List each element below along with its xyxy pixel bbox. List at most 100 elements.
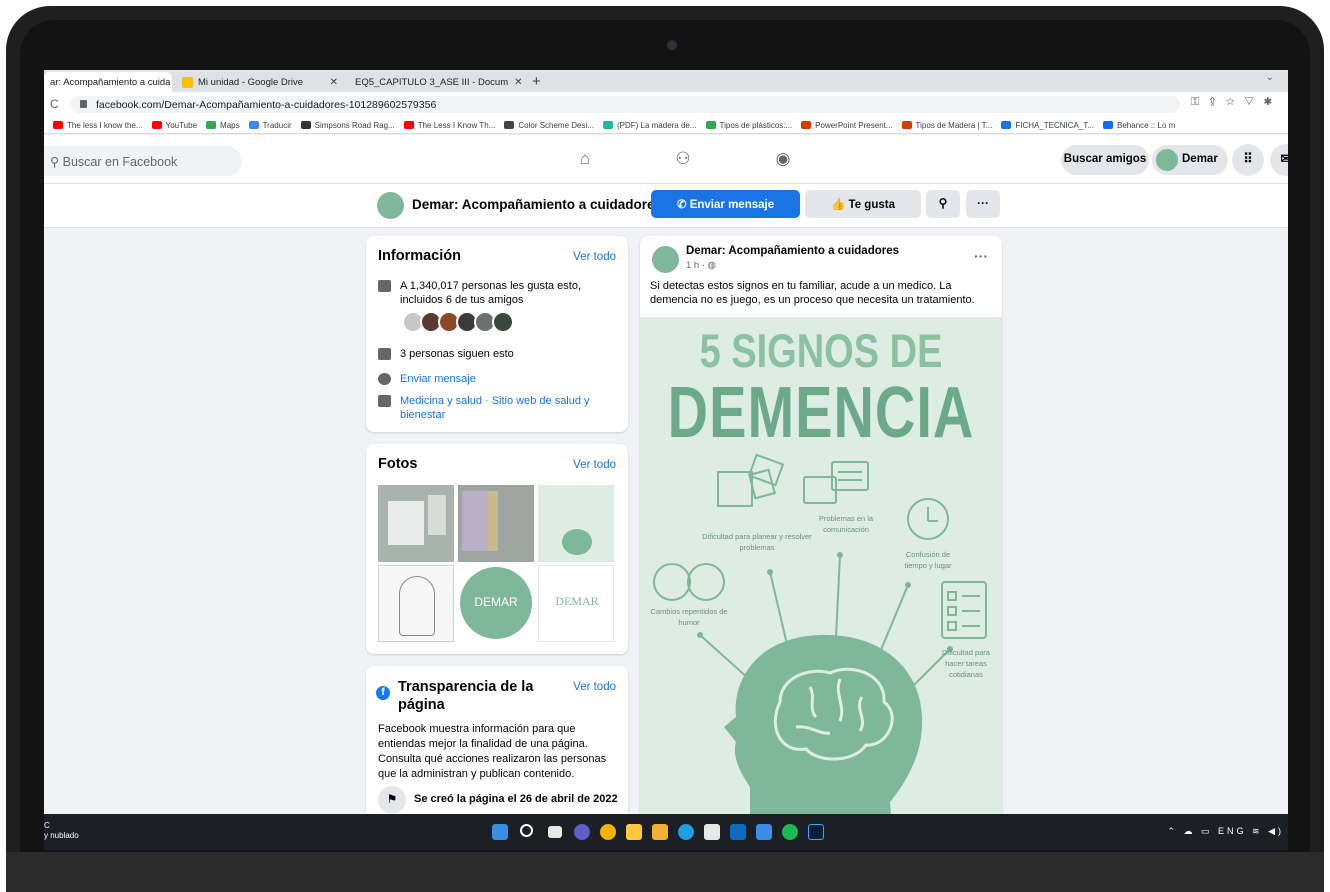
bookmark-item[interactable]: Maps — [206, 121, 240, 130]
bookmark-item[interactable]: Color Scheme Desi... — [504, 121, 594, 130]
photos-see-all-link[interactable]: Ver todo — [573, 459, 616, 471]
spotify-icon[interactable] — [782, 824, 798, 840]
speech-bubbles-icon — [803, 461, 869, 504]
laptop-bottom-bezel — [6, 852, 1324, 892]
bookmark-label: YouTube — [165, 120, 198, 130]
photo-thumbnail[interactable] — [378, 565, 454, 642]
new-tab-button[interactable]: + — [532, 73, 541, 90]
clock-icon — [907, 498, 949, 540]
info-see-all-link[interactable]: Ver todo — [573, 251, 616, 263]
browser-action-icons[interactable]: ⚿⇪☆▽✱ — [1191, 96, 1282, 109]
close-tab-icon[interactable]: ✕ — [508, 77, 522, 88]
edge-icon[interactable] — [678, 824, 694, 840]
post-infographic-image[interactable]: 5 SIGNOS DE DEMENCIA Dificultad para pla… — [640, 317, 1002, 827]
bookmark-item[interactable]: The Less I Know Th... — [403, 120, 496, 130]
sketch-figure — [399, 576, 435, 636]
search-icon[interactable] — [520, 824, 533, 837]
tab-facebook[interactable]: ar: Acompañamiento a cuida ✕ — [44, 72, 172, 92]
close-tab-icon[interactable]: ✕ — [170, 77, 172, 88]
bookmark-item[interactable]: FICHA_TECNICA_T... — [1001, 121, 1094, 130]
profile-button[interactable]: Demar — [1152, 145, 1228, 175]
bookmark-favicon-icon — [1103, 121, 1114, 129]
bookmark-item[interactable]: The less I know the... — [53, 121, 143, 130]
photo-content — [462, 491, 488, 551]
tab-google-drive[interactable]: Mi unidad - Google Drive ✕ — [176, 72, 344, 92]
keyboard-icon[interactable]: ▭ — [1201, 826, 1213, 836]
bookmark-favicon-icon — [300, 121, 311, 129]
tab-search-chevron-icon[interactable]: ⌄ — [1266, 72, 1274, 83]
send-message-button[interactable]: ✆ Enviar mensaje — [651, 190, 800, 218]
photoshop-icon[interactable] — [808, 824, 824, 840]
transparency-title: Transparencia de la página — [398, 679, 534, 713]
system-tray[interactable]: ⌃ ☁ ▭ ENG ≋ ◀) — [1167, 826, 1284, 837]
facebook-search-input[interactable]: ⚲ Buscar en Facebook — [44, 146, 242, 176]
transparency-see-all-link[interactable]: Ver todo — [573, 681, 616, 693]
bookmark-label: Simpsons Road Rag... — [314, 120, 395, 130]
volume-icon[interactable]: ◀) — [1268, 826, 1284, 836]
menu-grid-icon[interactable]: ⠿ — [1232, 144, 1264, 176]
screen: ar: Acompañamiento a cuida ✕ Mi unidad -… — [44, 70, 1288, 850]
bookmark-item[interactable]: Behance :: Lo m — [1103, 121, 1175, 130]
teams-chat-icon[interactable] — [574, 824, 590, 840]
bookmark-favicon-icon — [1001, 121, 1012, 129]
post-timestamp[interactable]: 1 h · ◍ — [686, 260, 716, 271]
like-button[interactable]: 👍 Te gusta — [805, 190, 921, 218]
messenger-icon[interactable]: ✉ — [1270, 144, 1288, 176]
home-icon[interactable]: ⌂ — [574, 149, 596, 169]
cloud-icon[interactable]: ☁ — [1183, 826, 1195, 836]
language-indicator[interactable]: ENG — [1218, 826, 1247, 836]
photo-thumbnail[interactable] — [538, 485, 614, 562]
tab-google-docs[interactable]: EQ5_CAPITULO 3_ASE III - Docum ✕ — [344, 72, 524, 92]
send-message-link[interactable]: Enviar mensaje — [378, 372, 608, 386]
windows-start-icon[interactable] — [492, 824, 508, 840]
bookmark-item[interactable]: Tipos de plásticos:... — [705, 121, 792, 130]
page-search-button[interactable]: ⚲ — [926, 190, 960, 218]
find-friends-button[interactable]: Buscar amigos — [1061, 145, 1149, 175]
bookmark-item[interactable]: PowerPoint Present... — [801, 121, 893, 130]
close-tab-icon[interactable]: ✕ — [324, 77, 338, 88]
file-explorer-icon[interactable] — [652, 824, 668, 840]
bookmark-item[interactable]: Traducir — [248, 121, 292, 130]
groups-icon[interactable]: ◉ — [772, 149, 794, 169]
chevron-up-icon[interactable]: ⌃ — [1167, 826, 1178, 836]
bookmark-item[interactable]: YouTube — [151, 120, 198, 130]
photo-thumbnail[interactable]: DEMAR — [538, 565, 614, 642]
demar-logo: DEMAR — [555, 594, 599, 608]
photos-card-title: Fotos — [378, 456, 418, 472]
post-author-avatar[interactable] — [652, 246, 679, 273]
friends-icon[interactable]: ⚇ — [672, 149, 694, 169]
photo-thumbnail[interactable]: DEMAR — [458, 565, 534, 642]
sign-label: Cambios repentidos de humor — [650, 607, 728, 627]
page-more-button[interactable]: ··· — [966, 190, 1000, 218]
reload-icon[interactable]: C — [50, 97, 59, 111]
photo-thumbnail[interactable] — [378, 485, 454, 562]
store-icon[interactable] — [756, 824, 772, 840]
post-time-text: 1 h · — [686, 260, 708, 271]
bookmark-label: Maps — [220, 120, 240, 130]
infographic-illustration — [653, 453, 987, 827]
page-avatar[interactable] — [377, 192, 404, 219]
demar-logo: DEMAR — [460, 567, 532, 639]
likes-row: A 1,340,017 personas les gusta esto, inc… — [378, 279, 608, 307]
bookmark-item[interactable]: (PDF) La madera de... — [602, 121, 697, 130]
category-link[interactable]: Medicina y salud · Sitio web de salud y … — [378, 394, 608, 422]
chrome-icon[interactable] — [600, 824, 616, 840]
bookmark-item[interactable]: Simpsons Road Rag... — [300, 120, 395, 130]
post-author[interactable]: Demar: Acompañamiento a cuidadores — [686, 245, 899, 257]
page-name[interactable]: Demar: Acompañamiento a cuidadores — [412, 197, 662, 212]
bookmark-favicon-icon — [151, 121, 162, 129]
photo-thumbnail[interactable] — [458, 485, 534, 562]
weather-widget[interactable]: C y nublado — [44, 821, 79, 841]
url-field[interactable]: facebook.com/Demar-Acompañamiento-a-cuid… — [70, 96, 1180, 113]
category-row[interactable]: Medicina y salud · Sitio web de salud y … — [378, 394, 608, 422]
bookmark-item[interactable]: Tipos de Madera | T... — [901, 121, 992, 130]
photo-content — [488, 491, 498, 551]
task-view-icon[interactable] — [548, 826, 562, 838]
post-options-button[interactable]: ··· — [974, 248, 988, 264]
sticky-notes-icon[interactable] — [626, 824, 642, 840]
send-message-row[interactable]: Enviar mensaje — [378, 372, 608, 386]
wifi-icon[interactable]: ≋ — [1252, 826, 1263, 836]
office-icon[interactable] — [704, 824, 720, 840]
bookmark-label: The Less I Know Th... — [417, 120, 496, 130]
mail-icon[interactable] — [730, 824, 746, 840]
